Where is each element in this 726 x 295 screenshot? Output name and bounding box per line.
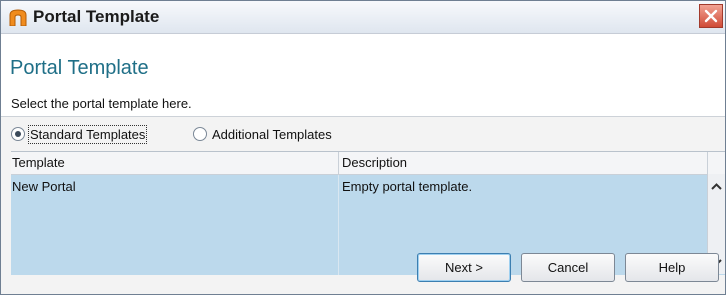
- cell-description: Empty portal template.: [342, 179, 473, 194]
- table-row[interactable]: New Portal Empty portal template.: [11, 175, 707, 197]
- radio-label-standard: Standard Templates: [27, 124, 148, 144]
- cell-template: New Portal: [12, 179, 76, 194]
- radio-additional-templates[interactable]: Additional Templates: [193, 125, 332, 143]
- portal-arch-icon: [9, 9, 27, 27]
- scroll-up-button[interactable]: [708, 178, 725, 195]
- dialog-header: Portal Template Select the portal templa…: [1, 34, 725, 116]
- column-header-template[interactable]: Template: [12, 155, 65, 170]
- column-header-description[interactable]: Description: [342, 155, 407, 170]
- template-type-group: Standard Templates Additional Templates: [1, 119, 725, 149]
- chevron-up-icon: [711, 183, 722, 190]
- window-title: Portal Template: [33, 7, 160, 26]
- column-divider: [338, 152, 339, 174]
- close-button[interactable]: [699, 4, 723, 28]
- radio-unselected-icon: [193, 127, 207, 141]
- radio-standard-templates[interactable]: Standard Templates: [11, 124, 148, 144]
- page-heading: Portal Template: [10, 57, 149, 79]
- column-divider: [338, 175, 339, 275]
- cancel-button[interactable]: Cancel: [521, 253, 615, 282]
- template-table: Template Description New Portal Empty po…: [11, 151, 725, 275]
- close-icon: [704, 9, 718, 23]
- page-subtitle: Select the portal template here.: [11, 96, 192, 111]
- dialog-window: Portal Template Portal Template Select t…: [0, 0, 726, 295]
- title-bar: Portal Template: [1, 1, 725, 34]
- header-divider: [1, 116, 725, 117]
- help-button[interactable]: Help: [625, 253, 719, 282]
- radio-label-additional: Additional Templates: [212, 126, 332, 142]
- next-button[interactable]: Next >: [417, 253, 511, 282]
- scrollbar-corner: [707, 152, 725, 174]
- table-header: Template Description: [11, 152, 707, 175]
- radio-selected-icon: [11, 127, 25, 141]
